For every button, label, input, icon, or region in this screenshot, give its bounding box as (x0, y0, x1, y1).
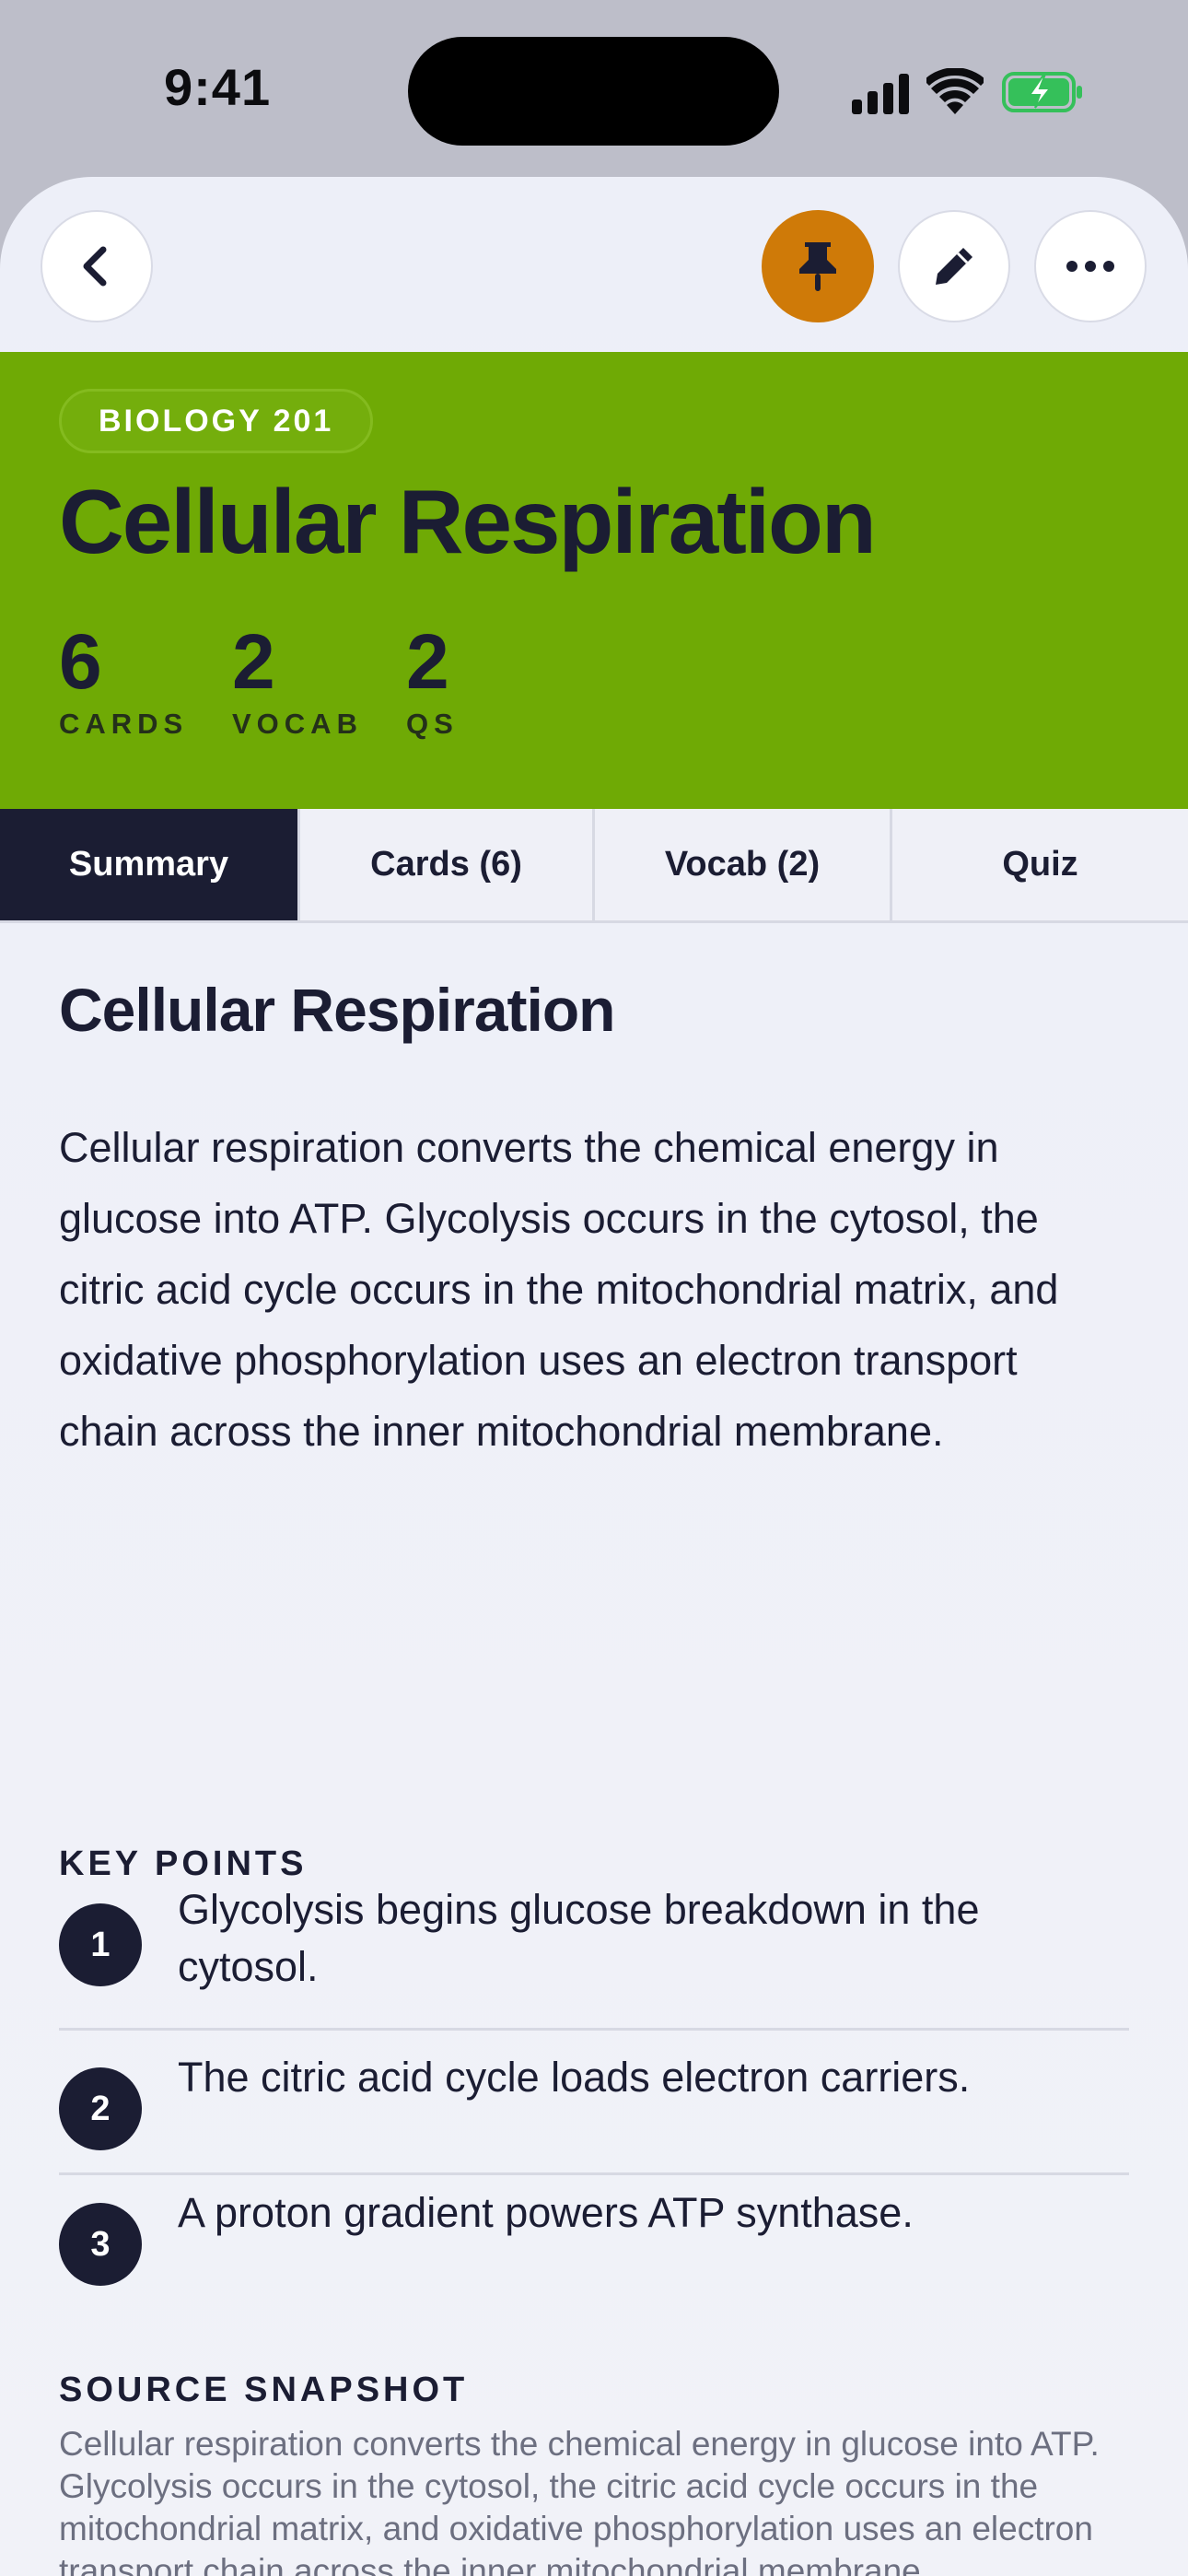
pin-button[interactable] (762, 210, 874, 322)
tab-bar: Summary Cards (6) Vocab (2) Quiz (0, 809, 1188, 923)
stat-value: 2 (406, 618, 449, 705)
stat-label: VOCAB (232, 708, 363, 740)
summary-title: Cellular Respiration (59, 976, 615, 1044)
signal-icon (852, 74, 909, 114)
key-point-text: Glycolysis begins glucose breakdown in t… (178, 1886, 980, 1990)
stat-cards: 6 CARDS (59, 619, 188, 741)
battery-charging-icon (1002, 72, 1082, 112)
key-point-text: The citric acid cycle loads electron car… (178, 2054, 971, 2101)
key-point-item: 1 Glycolysis begins glucose breakdown in… (59, 1872, 1129, 2031)
more-ellipsis-icon (1066, 261, 1114, 272)
stat-value: 2 (232, 618, 275, 705)
key-point-number: 3 (59, 2203, 142, 2286)
key-point-text: A proton gradient powers ATP synthase. (178, 2189, 914, 2236)
tab-cards[interactable]: Cards (6) (297, 809, 592, 920)
nav-bar (0, 177, 1188, 352)
key-point-number: 2 (59, 2067, 142, 2150)
tab-summary[interactable]: Summary (0, 809, 297, 920)
stat-label: QS (406, 708, 459, 740)
tab-quiz[interactable]: Quiz (890, 809, 1188, 920)
course-badge: BIOLOGY 201 (59, 389, 374, 453)
stat-value: 6 (59, 618, 102, 705)
source-snapshot-heading: SOURCE SNAPSHOT (59, 2371, 469, 2409)
stat-label: CARDS (59, 708, 189, 740)
summary-body: Cellular respiration converts the chemic… (59, 1124, 1059, 1455)
tab-vocab[interactable]: Vocab (2) (592, 809, 890, 920)
note-sheet: BIOLOGY 201 Cellular Respiration 6 CARDS… (0, 177, 1188, 2576)
stat-vocab: 2 VOCAB (232, 619, 363, 741)
wifi-icon (926, 68, 984, 114)
pin-icon (799, 242, 836, 291)
edit-button[interactable] (898, 210, 1010, 322)
key-point-item: 2 The citric acid cycle loads electron c… (59, 2031, 1129, 2175)
back-button[interactable] (41, 210, 153, 322)
page-title: Cellular Respiration (59, 471, 877, 572)
source-snapshot-text: Cellular respiration converts the chemic… (59, 2425, 1100, 2576)
status-bar: 9:41 (0, 0, 1188, 184)
stat-questions: 2 QS (406, 619, 459, 741)
back-chevron-icon (83, 246, 107, 287)
more-button[interactable] (1034, 210, 1147, 322)
key-point-number: 1 (59, 1903, 142, 1986)
dynamic-island (408, 37, 779, 146)
pencil-icon (936, 248, 973, 285)
key-point-item: 3 A proton gradient powers ATP synthase. (59, 2175, 1129, 2313)
status-time: 9:41 (164, 58, 272, 116)
